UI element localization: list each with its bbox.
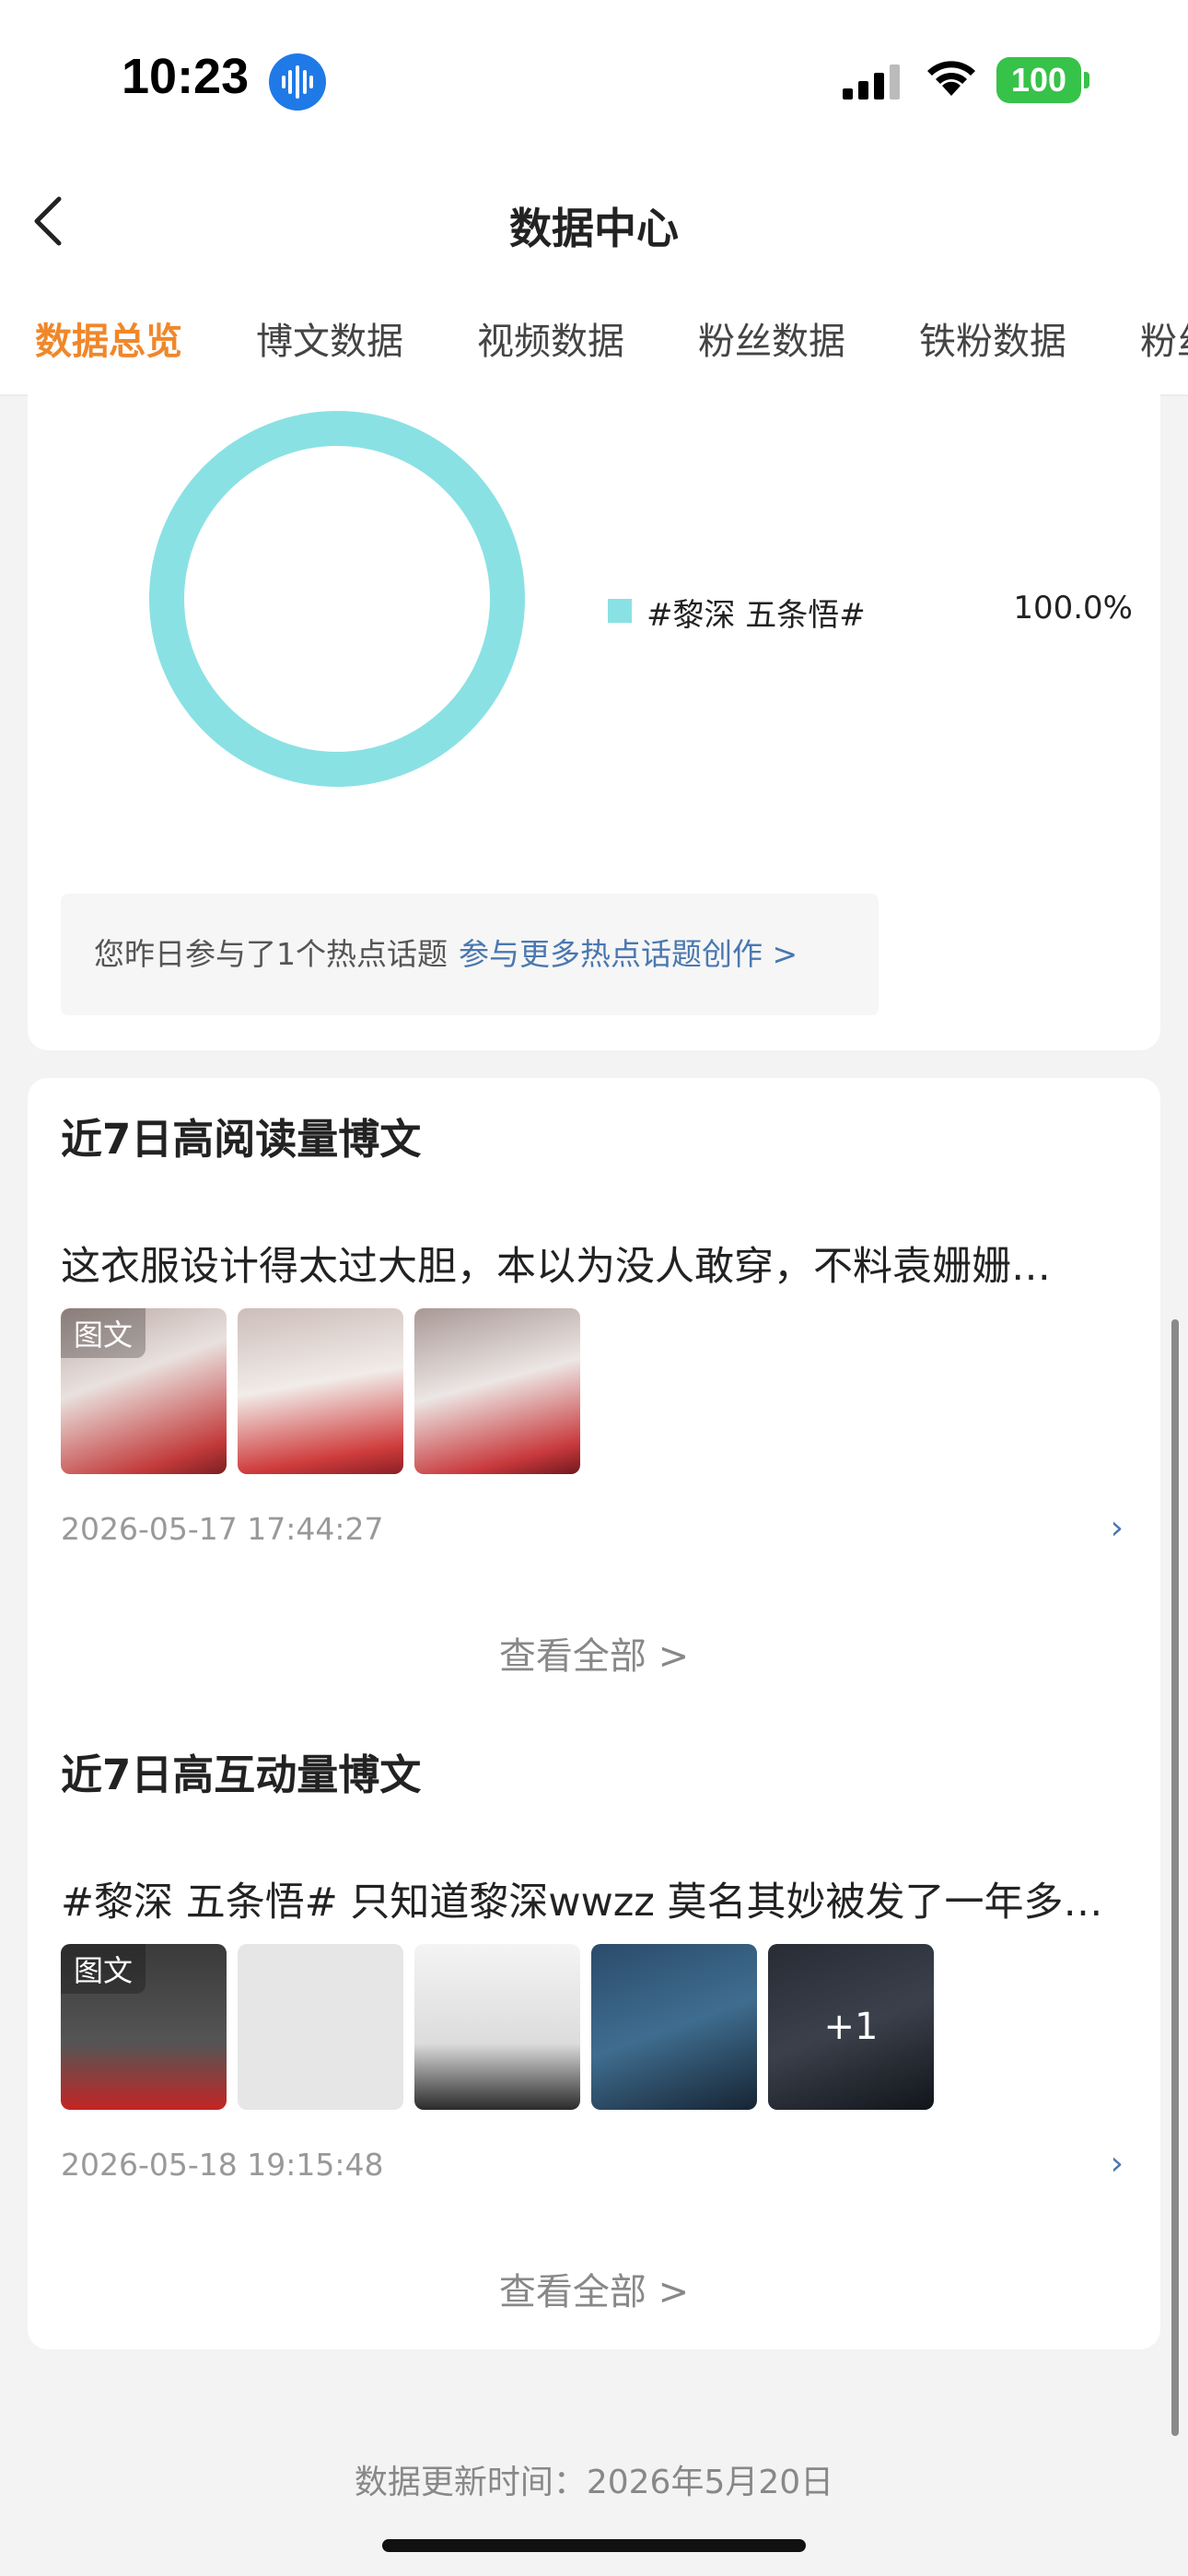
post-image-thumbnail[interactable] — [238, 1944, 403, 2110]
top-interact-title: 近7日高互动量博文 — [61, 1751, 422, 1799]
tab-overview[interactable]: 数据总览 — [35, 311, 182, 365]
scrollbar[interactable] — [1171, 1319, 1179, 2436]
image-text-tag: 图文 — [61, 1308, 146, 1358]
status-time: 10:23 — [122, 49, 250, 104]
top-interact-post-date: 2026-05-18 19:15:48 — [61, 2147, 384, 2183]
home-indicator[interactable] — [382, 2539, 806, 2552]
tab-video-data[interactable]: 视频数据 — [477, 311, 624, 365]
page-title: 数据中心 — [509, 204, 679, 253]
post-image-thumbnail[interactable] — [591, 1944, 757, 2110]
tab-fans-more[interactable]: 粉丝 — [1140, 311, 1188, 365]
nav-bar: 数据中心 — [0, 157, 1188, 276]
battery-tip — [1084, 72, 1089, 88]
chevron-right-icon[interactable]: › — [1111, 1509, 1124, 1547]
top-read-view-all-button[interactable]: 查看全部 > — [28, 1626, 1160, 1680]
top-read-title: 近7日高阅读量博文 — [61, 1115, 422, 1164]
legend-value: 100.0% — [1013, 590, 1133, 626]
top-interact-view-all-button[interactable]: 查看全部 > — [28, 2262, 1160, 2315]
donut-slice-0 — [149, 411, 525, 787]
legend-swatch — [608, 599, 632, 623]
tab-iron-fans-data[interactable]: 铁粉数据 — [919, 311, 1066, 365]
image-text-tag: 图文 — [61, 1944, 146, 1994]
hot-topic-hint-text: 您昨日参与了1个热点话题 — [94, 936, 448, 972]
post-image-thumbnail[interactable] — [414, 1944, 580, 2110]
top-read-post-date: 2026-05-17 17:44:27 — [61, 1511, 384, 1547]
post-image-thumbnail[interactable]: 图文 — [61, 1944, 227, 2110]
cellular-signal-icon — [843, 64, 900, 100]
status-bar: 10:23 100 — [0, 0, 1188, 157]
data-update-time: 数据更新时间：2026年5月20日 — [354, 2464, 834, 2501]
post-image-thumbnail[interactable] — [414, 1308, 580, 1474]
topic-donut-chart — [149, 411, 525, 787]
top-interact-post-text[interactable]: #黎深 五条悟# 只知道黎深wwzz 莫名其妙被发了一年多… — [61, 1870, 1129, 1927]
topic-chart-card: #黎深 五条悟# 100.0% 您昨日参与了1个热点话题 参与更多热点话题创作 > — [28, 369, 1160, 1050]
more-images-count: +1 — [768, 1944, 934, 2110]
audio-recording-icon — [269, 53, 326, 111]
tab-fans-data[interactable]: 粉丝数据 — [698, 311, 845, 365]
tab-post-data[interactable]: 博文数据 — [256, 311, 403, 365]
wifi-icon — [927, 61, 975, 96]
post-image-thumbnail[interactable]: 图文 — [61, 1308, 227, 1474]
hot-topic-hint: 您昨日参与了1个热点话题 参与更多热点话题创作 > — [61, 894, 879, 1015]
top-read-post-text[interactable]: 这衣服设计得太过大胆，本以为没人敢穿，不料袁姗姗… — [61, 1235, 1129, 1292]
post-image-thumbnail[interactable]: +1 — [768, 1944, 934, 2110]
top-posts-card: 近7日高阅读量博文 这衣服设计得太过大胆，本以为没人敢穿，不料袁姗姗… 图文 2… — [28, 1078, 1160, 2349]
post-image-thumbnail[interactable] — [238, 1308, 403, 1474]
battery-icon: 100 — [996, 57, 1081, 103]
join-hot-topics-link[interactable]: 参与更多热点话题创作 > — [459, 936, 798, 972]
chevron-right-icon[interactable]: › — [1111, 2145, 1124, 2183]
legend-label: #黎深 五条悟# — [646, 597, 866, 634]
